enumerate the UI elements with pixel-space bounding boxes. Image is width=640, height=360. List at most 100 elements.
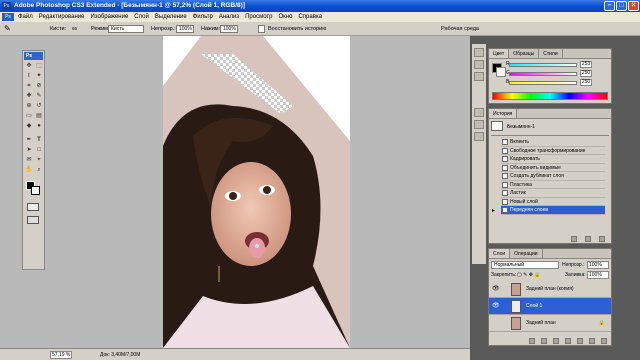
eyedropper-icon[interactable]: ⌖ [35, 156, 43, 164]
color-ramp[interactable] [492, 92, 608, 100]
hand-tool-icon[interactable]: ✋ [25, 166, 33, 174]
slice-tool-icon[interactable]: ⊘ [35, 82, 43, 90]
minimize-icon[interactable]: – [604, 1, 615, 11]
new-snapshot-icon[interactable] [585, 236, 591, 242]
screen-mode-icon[interactable] [27, 216, 39, 224]
menu-edit[interactable]: Редактирование [39, 14, 85, 20]
document-canvas[interactable] [163, 36, 350, 348]
history-item[interactable]: Новый слой [501, 198, 605, 206]
lasso-tool-icon[interactable]: ℓ [25, 72, 33, 80]
layer-row[interactable]: 👁 Задний план (копия) [489, 281, 611, 298]
new-group-icon[interactable] [577, 338, 583, 344]
history-item[interactable]: Вклеить [501, 138, 605, 147]
type-tool-icon[interactable]: T [35, 136, 43, 144]
menu-select[interactable]: Выделение [155, 14, 187, 20]
marquee-tool-icon[interactable]: ⬚ [35, 62, 43, 70]
history-state-marker-icon[interactable]: ▸ [492, 207, 495, 214]
menu-view[interactable]: Просмотр [245, 14, 272, 20]
history-item[interactable]: Кадрировать [501, 155, 605, 164]
menu-image[interactable]: Изображение [90, 14, 128, 20]
layer-opacity-label: Непрозр.: [562, 262, 585, 268]
lock-icon[interactable]: ▢ ✎ ✥ 🔒 [517, 272, 541, 278]
layer-row-selected[interactable]: 👁 Слой 1 [489, 298, 611, 315]
menu-file[interactable]: Файл [18, 14, 33, 20]
move-tool-icon[interactable]: ✥ [25, 62, 33, 70]
histogram-icon[interactable] [474, 72, 484, 81]
blur-tool-icon[interactable]: ◆ [25, 122, 33, 130]
snapshot-label[interactable]: Безымянн-1 [507, 124, 535, 130]
brushes-icon[interactable] [474, 108, 484, 117]
history-item[interactable]: Свободное трансформирование [501, 147, 605, 155]
stamp-tool-icon[interactable]: ⊕ [25, 102, 33, 110]
eraser-tool-icon[interactable]: ▭ [25, 112, 33, 120]
clone-source-icon[interactable] [474, 120, 484, 129]
eye-icon[interactable]: 👁 [492, 303, 500, 310]
brush-tool-icon[interactable]: ✎ [35, 92, 43, 100]
tab-layers[interactable]: Слои [489, 249, 511, 258]
tab-swatches[interactable]: Образцы [509, 49, 540, 58]
options-bar: ✎ Кисти: 65 Режим: Кисть Непрозр.: 100% … [0, 22, 640, 36]
mode-select[interactable]: Кисть [108, 25, 144, 33]
link-layers-icon[interactable] [529, 338, 535, 344]
brush-tool-icon[interactable]: ✎ [4, 24, 11, 33]
history-brush-icon[interactable]: ↺ [35, 102, 43, 110]
menu-window[interactable]: Окно [279, 14, 293, 20]
new-document-from-state-icon[interactable] [571, 236, 577, 242]
magic-wand-icon[interactable]: ✦ [35, 72, 43, 80]
layer-row[interactable]: Задний план 🔒 [489, 315, 611, 332]
menu-filter[interactable]: Фильтр [193, 14, 213, 20]
adjustment-layer-icon[interactable] [565, 338, 571, 344]
layer-style-icon[interactable] [541, 338, 547, 344]
snapshot-thumbnail[interactable] [491, 121, 503, 131]
history-item[interactable]: Пластика [501, 181, 605, 189]
menu-layer[interactable]: Слой [134, 14, 149, 20]
history-item[interactable]: Ластик [501, 189, 605, 198]
info-icon[interactable] [474, 60, 484, 69]
new-layer-icon[interactable] [589, 338, 595, 344]
channel-b-value[interactable]: 250 [580, 79, 592, 86]
tab-history[interactable]: История [489, 109, 518, 118]
navigator-icon[interactable] [474, 48, 484, 57]
path-select-icon[interactable]: ➤ [25, 146, 33, 154]
background-color-swatch[interactable] [31, 186, 40, 195]
notes-tool-icon[interactable]: ✉ [25, 156, 33, 164]
tool-presets-icon[interactable] [474, 132, 484, 141]
pen-tool-icon[interactable]: ✒ [25, 136, 33, 144]
channel-b-slider[interactable] [509, 81, 577, 85]
tab-styles[interactable]: Стили [539, 49, 563, 58]
history-item-selected[interactable]: Передняя слоев [501, 206, 605, 215]
history-item[interactable]: Объединить видимые [501, 164, 605, 172]
menu-analysis[interactable]: Анализ [219, 14, 239, 20]
close-icon[interactable]: × [628, 1, 639, 11]
gradient-tool-icon[interactable]: ▤ [35, 112, 43, 120]
eye-icon[interactable]: 👁 [492, 286, 500, 293]
channel-r-slider[interactable] [509, 63, 577, 67]
maximize-icon[interactable]: □ [616, 1, 627, 11]
channel-r-value[interactable]: 253 [580, 61, 592, 68]
tab-color[interactable]: Цвет [489, 49, 510, 58]
menu-help[interactable]: Справка [298, 14, 322, 20]
crop-tool-icon[interactable]: ⌗ [25, 82, 33, 90]
delete-layer-icon[interactable] [601, 338, 607, 344]
restore-history-checkbox[interactable] [258, 25, 265, 33]
fill-field[interactable]: 100% [587, 271, 609, 279]
pressure-field[interactable]: 100% [220, 25, 238, 33]
channel-g-slider[interactable] [509, 72, 577, 76]
healing-tool-icon[interactable]: ✚ [25, 92, 33, 100]
bg-color-chip[interactable] [496, 67, 506, 77]
tab-actions[interactable]: Операции [510, 249, 543, 258]
opacity-field[interactable]: 100% [176, 25, 194, 33]
blend-mode-select[interactable]: Нормальный [491, 261, 559, 269]
workspace-label[interactable]: Рабочая среда [441, 26, 479, 32]
shape-tool-icon[interactable]: □ [35, 146, 43, 154]
layer-opacity-field[interactable]: 100% [587, 261, 609, 269]
zoom-field[interactable]: 57,19 % [50, 351, 72, 359]
history-item[interactable]: Создать дубликат слоя [501, 172, 605, 181]
channel-g-value[interactable]: 250 [580, 70, 592, 77]
layer-mask-icon[interactable] [553, 338, 559, 344]
zoom-tool-icon[interactable]: ⌕ [35, 166, 43, 174]
trash-icon[interactable] [599, 236, 605, 242]
quick-mask-icon[interactable] [27, 203, 39, 211]
brush-size[interactable]: 65 [72, 26, 77, 31]
dodge-tool-icon[interactable]: ● [35, 122, 43, 130]
